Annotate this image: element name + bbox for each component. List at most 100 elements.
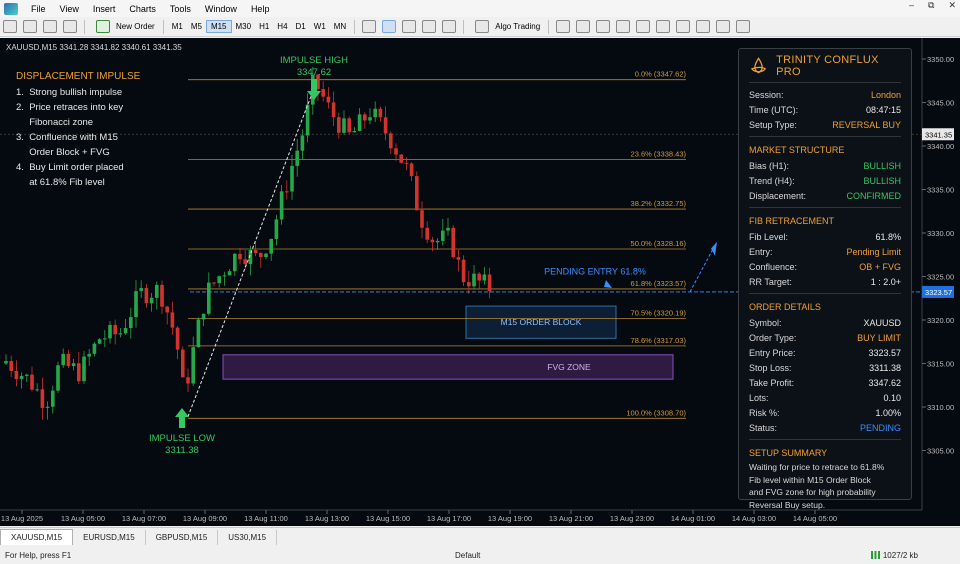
crosshair-icon[interactable] [576, 20, 591, 33]
panel-row-value: BULLISH [863, 175, 901, 186]
panel-row-value: BULLISH [863, 160, 901, 171]
candle-body [337, 117, 341, 133]
new-order-button[interactable]: New Order [89, 19, 159, 34]
candle-body [321, 89, 325, 97]
annotation-step: at 61.8% Fib level [16, 177, 105, 188]
panel-row-key: Session: [749, 89, 784, 100]
panel-row: Bias (H1): BULLISH [749, 158, 901, 173]
vertical-line-icon[interactable] [616, 20, 631, 33]
trendline-icon[interactable] [656, 20, 671, 33]
close-icon[interactable]: ✕ [948, 0, 956, 11]
candle-body [238, 253, 242, 260]
menu-help[interactable]: Help [244, 4, 277, 14]
menu-insert[interactable]: Insert [86, 4, 123, 14]
panel-row-value: Pending Limit [846, 246, 901, 257]
timeframe-m30[interactable]: M30 [232, 21, 256, 32]
time-axis-label: 13 Aug 07:00 [122, 514, 166, 523]
tab-xauusd[interactable]: XAUUSD,M15 [0, 529, 74, 545]
panel-row-key: Risk %: [749, 407, 780, 418]
candle-body [373, 108, 377, 118]
algo-trading-button[interactable]: Algo Trading [468, 19, 544, 34]
candle-body [201, 313, 206, 320]
menu-window[interactable]: Window [198, 4, 244, 14]
candle-body [186, 377, 190, 384]
panel-row-key: Setup Type: [749, 119, 797, 130]
timeframe-w1[interactable]: W1 [310, 21, 330, 32]
menu-charts[interactable]: Charts [122, 4, 163, 14]
timeframe-h1[interactable]: H1 [255, 21, 273, 32]
candle-body [227, 271, 232, 276]
candle-body [123, 328, 128, 334]
panel-row-key: Time (UTC): [749, 104, 799, 115]
candle-body [253, 250, 258, 254]
fib-level-label: 23.6% (3338.43) [631, 150, 687, 159]
zoom-out-icon[interactable] [442, 20, 457, 33]
candle-body [134, 291, 138, 318]
panel-row: Entry: Pending Limit [749, 244, 901, 259]
tab-eurusd[interactable]: EURUSD,M15 [73, 530, 146, 545]
shapes-icon[interactable] [736, 20, 751, 33]
panel-divider [749, 136, 901, 137]
impulse-high-label: IMPULSE HIGH [280, 55, 348, 66]
entry-price-label: 3323.57 [925, 288, 952, 297]
panel-row-key: Stop Loss: [749, 362, 792, 373]
panel-row-key: Symbol: [749, 317, 782, 328]
panel-row-value: 1 : 2.0+ [870, 276, 901, 287]
current-price-label: 3341.35 [925, 130, 952, 139]
candle-body [394, 148, 398, 155]
restore-icon[interactable]: ⧉ [928, 0, 934, 11]
panel-row-value: 08:47:15 [865, 104, 901, 115]
candle-body [269, 238, 273, 254]
candle-body [425, 227, 429, 240]
minimize-icon[interactable]: – [909, 0, 914, 11]
setup-summary-text: Waiting for price to retrace to 61.8% Fi… [749, 461, 901, 511]
candle-chart-icon[interactable] [382, 20, 397, 33]
candle-body [446, 227, 450, 231]
timeframe-m15[interactable]: M15 [205, 20, 232, 33]
menu-tools[interactable]: Tools [163, 4, 198, 14]
candle-body [399, 154, 403, 163]
market-watch-icon[interactable] [43, 20, 57, 33]
tab-gbpusd[interactable]: GBPUSD,M15 [146, 530, 219, 545]
navigator-icon[interactable] [63, 20, 77, 33]
candle-body [103, 338, 107, 340]
add-chart-icon[interactable] [3, 20, 17, 33]
panel-row: Time (UTC): 08:47:15 [749, 102, 901, 117]
panel-row-value: XAUUSD [863, 317, 901, 328]
pending-entry-label: PENDING ENTRY 61.8% [544, 267, 646, 277]
fibonacci-icon[interactable] [696, 20, 711, 33]
candle-body [61, 353, 65, 366]
time-axis-label: 14 Aug 01:00 [671, 514, 715, 523]
candle-body [196, 319, 201, 348]
bar-chart-icon[interactable] [362, 20, 377, 33]
tab-us30[interactable]: US30,M15 [218, 530, 278, 545]
panel-row-key: RR Target: [749, 276, 792, 287]
timeframe-d1[interactable]: D1 [292, 21, 310, 32]
timeframe-m1[interactable]: M1 [168, 21, 187, 32]
candle [196, 317, 201, 348]
time-axis-label: 14 Aug 05:00 [793, 514, 837, 523]
horizontal-line-icon[interactable] [636, 20, 651, 33]
menu-bar: File View Insert Charts Tools Window Hel… [0, 0, 960, 17]
timeframe-mn[interactable]: MN [330, 21, 350, 32]
menu-file[interactable]: File [24, 4, 53, 14]
trinity-logo-icon [750, 56, 767, 73]
impulse-low-label: IMPULSE LOW [149, 433, 215, 444]
timeframe-m5[interactable]: M5 [187, 21, 206, 32]
cursor-icon[interactable] [596, 20, 611, 33]
line-chart-icon[interactable] [402, 20, 417, 33]
profiles-icon[interactable] [23, 20, 37, 33]
summary-line: and FVG zone for high probability [749, 487, 876, 497]
zoom-in-icon[interactable] [422, 20, 437, 33]
status-traffic: 1027/2 kb [870, 551, 918, 560]
text-tool-icon[interactable] [716, 20, 731, 33]
equidistant-channel-icon[interactable] [676, 20, 691, 33]
candle-body [129, 317, 133, 329]
menu-view[interactable]: View [53, 4, 86, 14]
candle [461, 255, 466, 286]
fib-level-label: 100.0% (3308.70) [626, 408, 686, 417]
indicators-icon[interactable] [556, 20, 571, 33]
timeframe-h4[interactable]: H4 [273, 21, 291, 32]
status-help: For Help, press F1 [5, 550, 72, 560]
candle-body [51, 390, 55, 407]
